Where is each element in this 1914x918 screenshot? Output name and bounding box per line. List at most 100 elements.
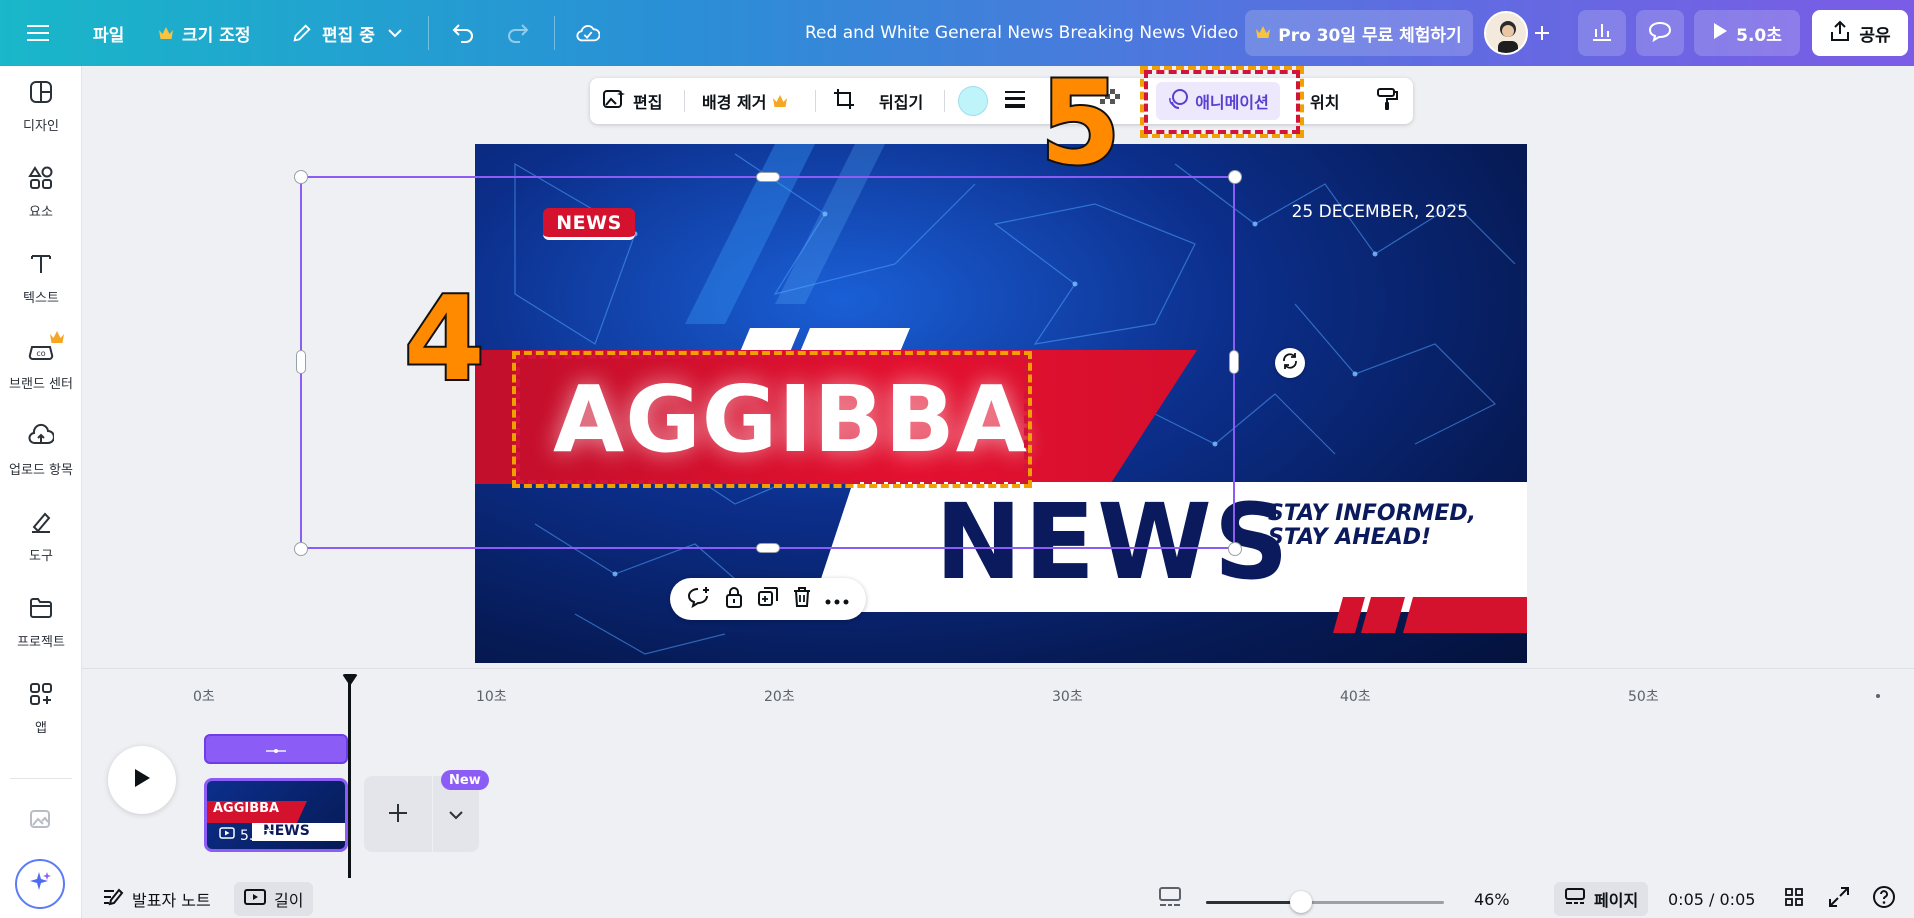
video-clip-thumbnail[interactable]: AGGIBBA NEWS 5.0초: [204, 778, 348, 852]
sidebar-item-projects[interactable]: 프로젝트: [0, 582, 82, 662]
divider: [554, 16, 555, 50]
undo-icon: [451, 21, 475, 45]
share-label: 공유: [1859, 25, 1891, 46]
grid-view-toggle[interactable]: [1158, 882, 1182, 916]
timeline-play-button[interactable]: [108, 746, 176, 814]
border-style-button[interactable]: [1004, 78, 1026, 124]
upload-share-icon: [1829, 20, 1851, 47]
resize-menu[interactable]: 크기 조정: [158, 0, 250, 66]
brand-icon: co: [28, 330, 64, 367]
resize-label: 크기 조정: [182, 25, 251, 46]
editing-mode-menu[interactable]: 편집 중: [290, 0, 407, 66]
edit-label: 편집: [633, 93, 663, 112]
sidebar-item-apps[interactable]: 앱: [0, 668, 82, 748]
more-options-button[interactable]: [825, 590, 849, 609]
flip-button[interactable]: 뒤집기: [879, 78, 923, 124]
rotate-icon: [1281, 352, 1299, 374]
clip-duration-text: 5.0초: [240, 828, 276, 844]
duplicate-icon: [757, 587, 778, 606]
playhead-line[interactable]: [348, 676, 351, 878]
lock-button[interactable]: [724, 586, 744, 612]
crown-icon: [50, 330, 64, 343]
presenter-notes-label: 발표자 노트: [132, 891, 211, 910]
cloud-save-status[interactable]: [576, 0, 600, 66]
sidebar-item-magic-media[interactable]: [0, 796, 82, 846]
resize-handle-top-right[interactable]: [1228, 170, 1242, 184]
cloud-check-icon: [576, 21, 600, 45]
presenter-notes-button[interactable]: 발표자 노트: [102, 882, 211, 916]
video-icon: [219, 827, 235, 843]
menu-button[interactable]: [26, 0, 50, 66]
duration-toggle-button[interactable]: 길이: [234, 882, 314, 916]
zoom-slider-handle[interactable]: [1290, 891, 1312, 913]
ruler-tick: 30초: [1052, 689, 1083, 705]
tagline-line-2: STAY AHEAD!: [1268, 525, 1432, 550]
notes-icon: [102, 887, 124, 911]
play-duration-label: 5.0초: [1736, 25, 1782, 46]
delete-button[interactable]: [792, 586, 812, 612]
undo-button[interactable]: [451, 0, 475, 66]
share-button[interactable]: 공유: [1812, 10, 1908, 56]
sidebar-item-uploads[interactable]: 업로드 항목: [0, 410, 82, 490]
add-page-button[interactable]: [364, 776, 432, 852]
ruler-tick: 20초: [764, 689, 795, 705]
bar-chart-icon: [1591, 21, 1613, 46]
duration-toggle-label: 길이: [274, 891, 304, 910]
color-swatch-button[interactable]: [958, 78, 988, 124]
duplicate-button[interactable]: [757, 586, 779, 612]
elements-icon: [28, 165, 54, 195]
crop-button[interactable]: [832, 78, 856, 124]
sidebar-item-tools[interactable]: 도구: [0, 496, 82, 576]
pro-trial-button[interactable]: Pro 30일 무료 체험하기: [1245, 10, 1473, 56]
date-text[interactable]: 25 DECEMBER, 2025: [1292, 202, 1468, 222]
sidebar-item-label: 텍스트: [23, 290, 59, 306]
trash-icon: [794, 587, 811, 607]
sidebar-item-elements[interactable]: 요소: [0, 152, 82, 232]
add-collaborator-button[interactable]: [1530, 0, 1554, 66]
divider: [82, 668, 1914, 669]
audio-track-clip[interactable]: [204, 734, 348, 764]
bg-remove-button[interactable]: 배경 제거: [702, 78, 788, 124]
resize-handle-bottom-right[interactable]: [1228, 542, 1242, 556]
comments-button[interactable]: [1636, 10, 1684, 56]
pages-button[interactable]: 페이지: [1554, 882, 1649, 916]
thumbnail-view-icon: [1158, 886, 1182, 912]
fullscreen-button[interactable]: [1828, 882, 1850, 916]
zoom-level[interactable]: 46%: [1474, 882, 1510, 916]
chevron-down-icon: [383, 21, 407, 45]
edit-image-button[interactable]: 편집: [602, 78, 662, 124]
resize-handle-bottom[interactable]: [756, 543, 780, 553]
play-icon: [1712, 22, 1728, 45]
help-button[interactable]: [1872, 882, 1896, 916]
resize-handle-left[interactable]: [296, 350, 306, 374]
position-button[interactable]: 위치: [1310, 78, 1339, 124]
resize-handle-bottom-left[interactable]: [294, 542, 308, 556]
tagline-line-1: STAY INFORMED,: [1268, 501, 1477, 526]
sidebar-item-design[interactable]: 디자인: [0, 66, 82, 146]
apps-icon: [28, 681, 54, 711]
resize-handle-right[interactable]: [1229, 350, 1239, 374]
tagline-text[interactable]: STAY INFORMED, STAY AHEAD!: [1268, 502, 1476, 550]
add-comment-button[interactable]: [687, 586, 711, 612]
grid-view-button[interactable]: [1784, 882, 1804, 916]
resize-handle-top[interactable]: [756, 172, 780, 182]
divider: [684, 90, 685, 112]
resize-handle-top-left[interactable]: [294, 170, 308, 184]
rotate-handle[interactable]: [1275, 348, 1305, 378]
document-title[interactable]: Red and White General News Breaking News…: [805, 0, 1238, 66]
help-icon: [1872, 885, 1896, 913]
insights-button[interactable]: [1578, 10, 1626, 56]
playback-time: 0:05 / 0:05: [1668, 882, 1755, 916]
svg-text:co: co: [36, 349, 45, 358]
copy-style-button[interactable]: [1376, 78, 1398, 124]
sidebar-item-brand[interactable]: co 브랜드 센터: [0, 324, 82, 404]
file-menu[interactable]: 파일: [93, 0, 124, 66]
avatar[interactable]: [1484, 11, 1528, 55]
waveform-icon: [266, 740, 286, 759]
redo-button[interactable]: [506, 0, 530, 66]
plus-icon: [1530, 21, 1554, 45]
play-preview-button[interactable]: 5.0초: [1694, 10, 1800, 56]
sidebar-item-text[interactable]: 텍스트: [0, 238, 82, 318]
sidebar-item-label: 요소: [29, 204, 53, 220]
magic-assistant-button[interactable]: [15, 859, 65, 909]
